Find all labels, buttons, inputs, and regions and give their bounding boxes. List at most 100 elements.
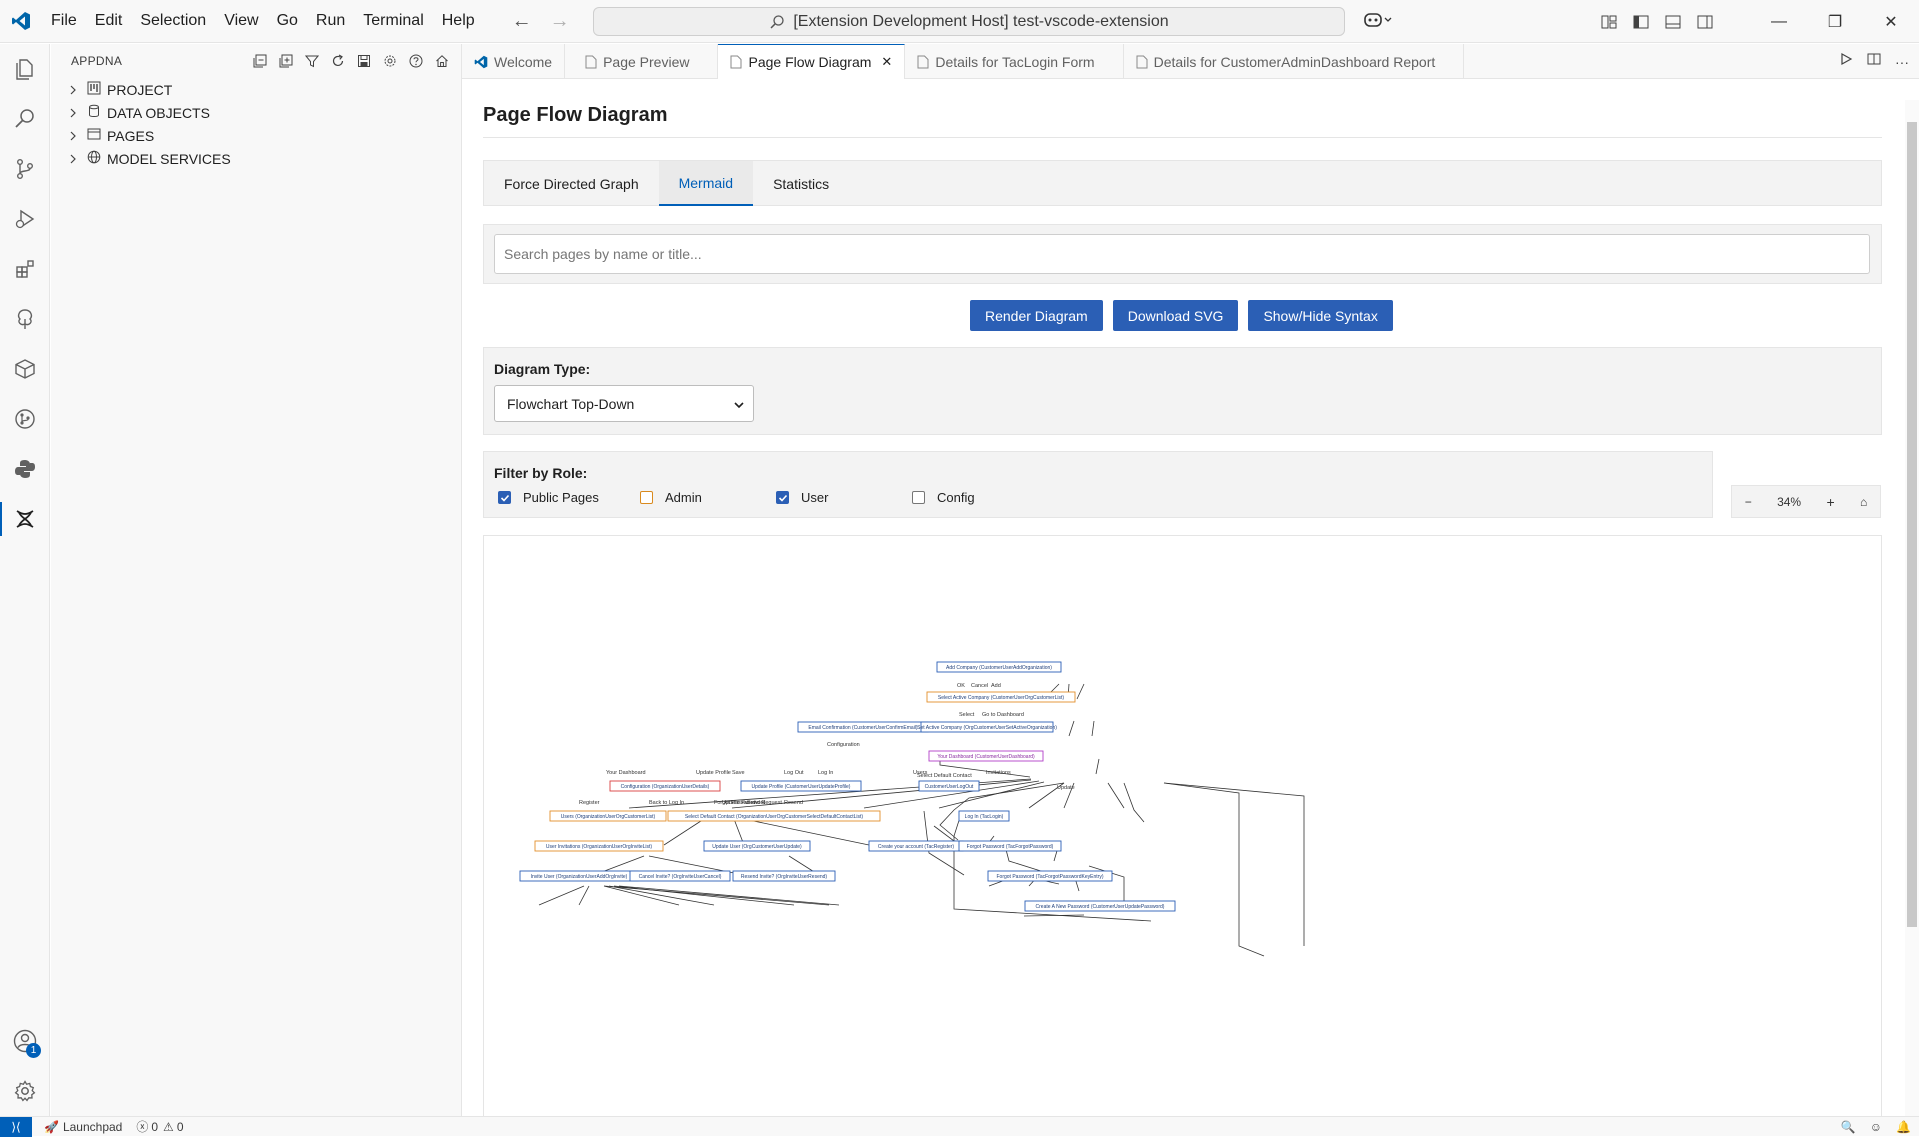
diagram-node[interactable]: CustomerUserLogOut bbox=[918, 780, 980, 792]
package-icon[interactable] bbox=[0, 344, 50, 394]
expand-all-icon[interactable] bbox=[277, 52, 295, 70]
collapse-all-icon[interactable] bbox=[251, 52, 269, 70]
tree-item-data-objects[interactable]: DATA OBJECTS bbox=[51, 101, 461, 124]
error-icon[interactable]: ⓧ bbox=[136, 1118, 148, 1135]
toggle-primary-sidebar-icon[interactable] bbox=[1625, 0, 1657, 43]
explorer-icon[interactable] bbox=[0, 44, 50, 94]
tab-mermaid[interactable]: Mermaid bbox=[658, 161, 754, 206]
diagram-node[interactable]: Update Profile (CustomerUserUpdateProfil… bbox=[740, 780, 862, 792]
warning-icon[interactable]: ⚠ bbox=[163, 1120, 174, 1134]
menu-selection[interactable]: Selection bbox=[131, 6, 215, 36]
reset-zoom-button[interactable]: ⌂ bbox=[1860, 495, 1867, 509]
refresh-icon[interactable] bbox=[329, 52, 347, 70]
customize-layout-icon[interactable] bbox=[1593, 0, 1625, 43]
save-icon[interactable] bbox=[355, 52, 373, 70]
launchpad-icon[interactable]: 🚀 bbox=[44, 1120, 59, 1134]
tab-page-preview[interactable]: Page Preview bbox=[565, 44, 719, 79]
diagram-node[interactable]: Create A New Password (CustomerUserUpdat… bbox=[1024, 900, 1176, 912]
restore-icon[interactable]: ❐ bbox=[1807, 0, 1863, 43]
tree-view-icon[interactable] bbox=[0, 294, 50, 344]
page-flow-diagram[interactable]: OK Cancel Add Select Go to Dashboard Configur… bbox=[484, 536, 1881, 1116]
diagram-node[interactable]: Forgot Password (TacForgotPassword) bbox=[958, 840, 1062, 852]
launchpad-label[interactable]: Launchpad bbox=[63, 1120, 122, 1134]
diagram-node[interactable]: Email Confirmation (CustomerUserConfirmE… bbox=[797, 721, 929, 733]
diagram-node[interactable]: Update User (OrgCustomerUserUpdate) bbox=[703, 840, 811, 852]
appdna-icon[interactable] bbox=[0, 494, 50, 544]
diagram-node[interactable]: Resend Invite? (OrgInviteUserResend) bbox=[732, 870, 836, 882]
split-editor-icon[interactable] bbox=[1867, 52, 1881, 71]
diagram-type-select[interactable]: Flowchart Top-Down bbox=[494, 385, 754, 422]
diagram-node[interactable]: Add Company (CustomerUserAddOrganization… bbox=[936, 661, 1062, 673]
zoom-out-button[interactable]: − bbox=[1745, 495, 1752, 509]
tab-details-taclogin[interactable]: Details for TacLogin Form bbox=[905, 44, 1124, 79]
tab-welcome[interactable]: Welcome bbox=[462, 44, 566, 79]
copilot-icon[interactable] bbox=[1363, 10, 1393, 35]
config-checkbox[interactable] bbox=[912, 491, 925, 504]
settings-icon[interactable] bbox=[381, 52, 399, 70]
tree-item-model-services[interactable]: MODEL SERVICES bbox=[51, 147, 461, 170]
diagram-node[interactable]: Log In (TacLogin) bbox=[958, 810, 1010, 822]
close-icon[interactable]: ✕ bbox=[881, 54, 892, 70]
run-icon[interactable] bbox=[1839, 52, 1853, 71]
admin-checkbox[interactable] bbox=[640, 491, 653, 504]
command-center[interactable]: [Extension Development Host] test-vscode… bbox=[593, 7, 1345, 36]
diagram-node[interactable]: Set Active Company (OrgCustomerUserSetAc… bbox=[917, 721, 1057, 733]
editor-scrollbar[interactable] bbox=[1905, 100, 1919, 1116]
render-diagram-button[interactable]: Render Diagram bbox=[970, 300, 1103, 331]
help-icon[interactable] bbox=[407, 52, 425, 70]
public-pages-checkbox[interactable] bbox=[498, 491, 511, 504]
source-control-icon[interactable] bbox=[0, 144, 50, 194]
toggle-panel-icon[interactable] bbox=[1657, 0, 1689, 43]
copilot-status-icon[interactable]: ☺ bbox=[1870, 1120, 1882, 1134]
menu-terminal[interactable]: Terminal bbox=[354, 6, 432, 36]
python-icon[interactable] bbox=[0, 444, 50, 494]
show-hide-syntax-button[interactable]: Show/Hide Syntax bbox=[1248, 300, 1393, 331]
home-icon[interactable] bbox=[433, 52, 451, 70]
menu-help[interactable]: Help bbox=[433, 6, 484, 36]
notifications-icon[interactable]: 🔔 bbox=[1896, 1120, 1911, 1134]
diagram-node[interactable]: Select Default Contact (OrganizationUser… bbox=[667, 810, 881, 822]
tab-details-customeradmindashboard[interactable]: Details for CustomerAdminDashboard Repor… bbox=[1124, 44, 1465, 79]
edge-label: Go to Dashboard bbox=[982, 712, 1024, 718]
menu-file[interactable]: File bbox=[42, 6, 86, 36]
zoom-in-button[interactable]: + bbox=[1826, 494, 1834, 510]
menu-edit[interactable]: Edit bbox=[86, 6, 132, 36]
zoom-icon[interactable]: 🔍 bbox=[1841, 1120, 1856, 1134]
mermaid-diagram-container[interactable]: OK Cancel Add Select Go to Dashboard Configur… bbox=[483, 535, 1882, 1116]
more-actions-icon[interactable]: ··· bbox=[1895, 54, 1909, 70]
diagram-node[interactable]: Invite User (OrganizationUserAddOrgInvit… bbox=[519, 870, 639, 882]
minimize-icon[interactable]: — bbox=[1751, 0, 1807, 43]
menu-view[interactable]: View bbox=[215, 6, 267, 36]
user-checkbox[interactable] bbox=[776, 491, 789, 504]
filter-icon[interactable] bbox=[303, 52, 321, 70]
diagram-node[interactable]: Select Active Company (CustomerUserOrgCu… bbox=[926, 691, 1076, 703]
search-input[interactable] bbox=[494, 234, 1870, 274]
git-graph-icon[interactable] bbox=[0, 394, 50, 444]
tree-item-pages[interactable]: PAGES bbox=[51, 124, 461, 147]
diagram-node[interactable]: Configuration (OrganizationUserDetails) bbox=[609, 780, 721, 792]
scrollbar-thumb[interactable] bbox=[1907, 122, 1917, 927]
menu-go[interactable]: Go bbox=[268, 6, 307, 36]
accounts-icon[interactable]: 1 bbox=[0, 1016, 50, 1066]
diagram-node[interactable]: Create your account (TacRegister) bbox=[868, 840, 964, 852]
download-svg-button[interactable]: Download SVG bbox=[1112, 300, 1239, 331]
remote-icon[interactable]: ⟩⟨ bbox=[0, 1116, 32, 1137]
diagram-node[interactable]: Cancel Invite? (OrgInviteUserCancel) bbox=[629, 870, 731, 882]
diagram-node[interactable]: User Invitations (OrganizationUserOrgInv… bbox=[534, 840, 664, 852]
run-debug-icon[interactable] bbox=[0, 194, 50, 244]
tab-force-directed-graph[interactable]: Force Directed Graph bbox=[484, 161, 659, 206]
diagram-node[interactable]: Your Dashboard (CustomerUserDashboard) bbox=[928, 750, 1044, 762]
tab-statistics[interactable]: Statistics bbox=[753, 161, 849, 206]
back-arrow-icon[interactable]: ← bbox=[512, 10, 532, 33]
tree-item-project[interactable]: PROJECT bbox=[51, 78, 461, 101]
diagram-node[interactable]: Forgot Password (TacForgotPasswordKeyEnt… bbox=[987, 870, 1113, 882]
search-icon[interactable] bbox=[0, 94, 50, 144]
toggle-secondary-sidebar-icon[interactable] bbox=[1689, 0, 1721, 43]
close-window-icon[interactable]: ✕ bbox=[1863, 0, 1919, 43]
diagram-node[interactable]: Users (OrganizationUserOrgCustomerList) bbox=[549, 810, 667, 822]
tab-page-flow-diagram[interactable]: Page Flow Diagram ✕ bbox=[718, 44, 906, 79]
menu-run[interactable]: Run bbox=[307, 6, 354, 36]
forward-arrow-icon[interactable]: → bbox=[550, 10, 570, 33]
extensions-icon[interactable] bbox=[0, 244, 50, 294]
settings-gear-icon[interactable] bbox=[0, 1066, 50, 1116]
